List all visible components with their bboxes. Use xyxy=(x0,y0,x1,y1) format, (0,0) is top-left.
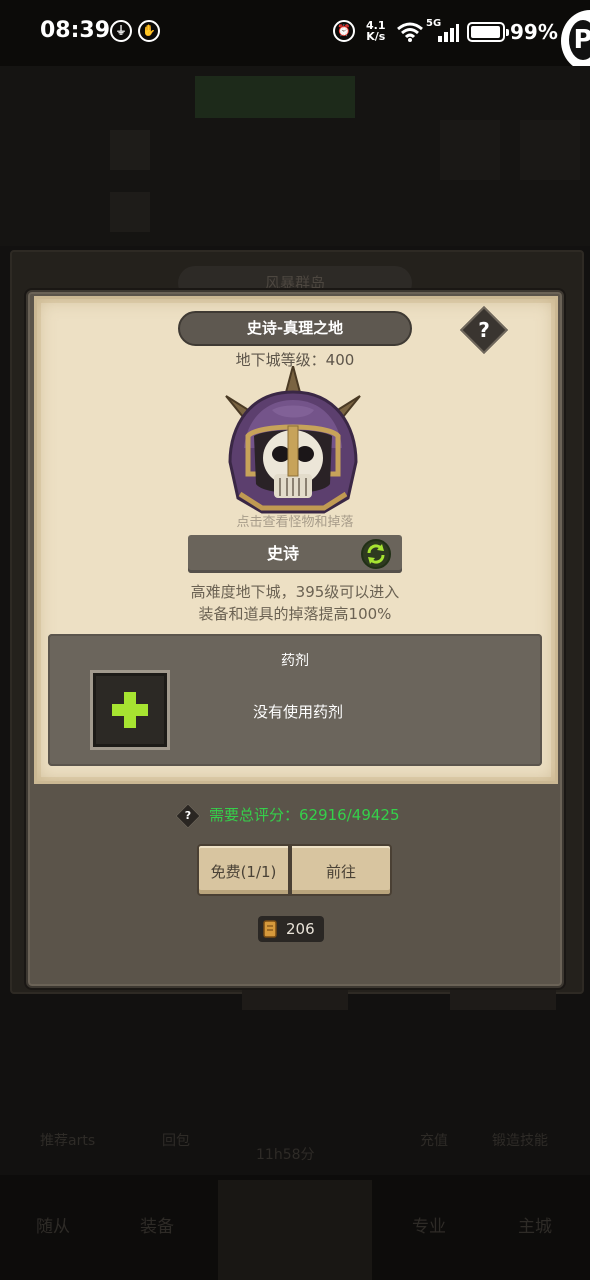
signal-icon xyxy=(438,24,459,42)
add-icon xyxy=(112,692,148,728)
net-speed: 4.1 K/s xyxy=(366,19,386,43)
bg-menu-item: 11h58分 xyxy=(256,1147,315,1163)
nav-item-profession: 专业 xyxy=(412,1217,446,1237)
help-icon: ? xyxy=(478,318,490,342)
skull-helmet-icon xyxy=(225,362,361,514)
overlay-app-icon[interactable]: P xyxy=(561,10,590,72)
potion-status: 没有使用药剂 xyxy=(252,703,343,721)
ticket-count: 206 xyxy=(286,920,315,938)
bg-menu-item: 锻造技能 xyxy=(492,1133,548,1149)
bg-menu-item: 充值 xyxy=(420,1133,448,1149)
free-entry-button[interactable]: 免费(1/1) xyxy=(197,844,290,896)
dungeon-desc-line-2: 装备和道具的掉落提高100% xyxy=(198,605,392,623)
difficulty-selector[interactable]: 史诗 xyxy=(188,535,402,573)
dungeon-desc-line-1: 高难度地下城，395级可以进入 xyxy=(190,583,400,601)
bg-nav-center xyxy=(218,1180,372,1280)
scroll-icon xyxy=(263,920,277,938)
potion-slot[interactable] xyxy=(90,670,170,750)
status-bar: 08:39 ⏚ ✋ ⏰ 4.1 K/s 5G 99% P xyxy=(0,0,590,72)
clock: 08:39 xyxy=(40,18,111,43)
nav-item-followers: 随从 xyxy=(36,1217,70,1237)
nav-item-city: 主城 xyxy=(518,1217,552,1237)
bg-button xyxy=(195,76,355,118)
bg-menu-item: 回包 xyxy=(162,1133,190,1149)
dungeon-title: 史诗-真理之地 xyxy=(178,311,412,346)
bg-icon xyxy=(520,120,580,180)
notification-icon: ⏚ xyxy=(110,20,132,42)
potion-title: 药剂 xyxy=(281,653,309,669)
difficulty-label: 史诗 xyxy=(266,544,299,563)
monster-drop-hint[interactable]: 点击查看怪物和掉落 xyxy=(0,511,590,530)
battery-icon xyxy=(467,22,509,42)
bg-menu-item: 推荐arts xyxy=(40,1133,96,1149)
hand-icon: ✋ xyxy=(138,20,160,42)
score-text: 需要总评分：62916/49425 xyxy=(209,806,400,824)
ticket-cost: 206 xyxy=(258,916,324,942)
alarm-icon: ⏰ xyxy=(333,20,355,42)
potion-panel: 药剂 没有使用药剂 xyxy=(48,634,542,766)
go-button[interactable]: 前往 xyxy=(290,844,392,896)
nav-item-equipment: 装备 xyxy=(140,1217,174,1237)
battery-percent: 99% xyxy=(510,20,558,44)
bg-icon xyxy=(440,120,500,180)
refresh-icon[interactable] xyxy=(361,539,391,569)
wifi-icon xyxy=(397,22,423,42)
bg-tile xyxy=(110,192,150,232)
bg-tile xyxy=(110,130,150,170)
boss-portrait[interactable] xyxy=(222,362,364,514)
